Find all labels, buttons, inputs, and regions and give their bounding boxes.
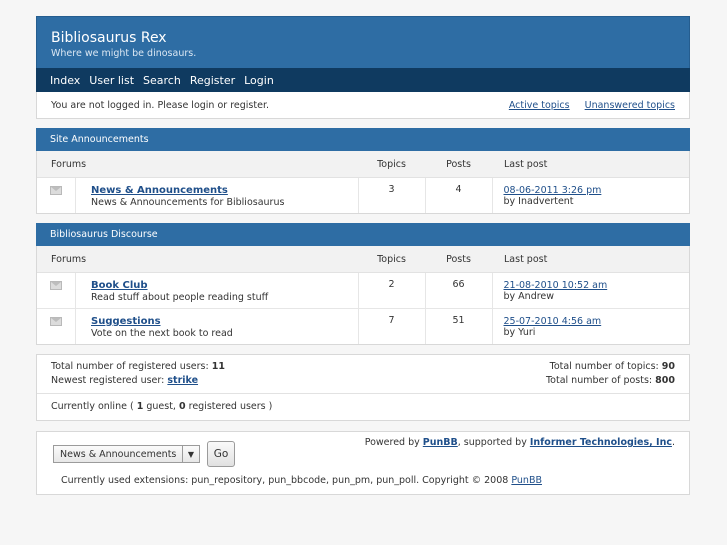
- posts-count: 4: [424, 177, 492, 213]
- last-post-author: by Yuri: [503, 327, 536, 338]
- envelope-icon: [50, 317, 62, 326]
- last-post-author: by Andrew: [503, 291, 555, 302]
- registered-online-label: registered users ): [188, 401, 273, 412]
- punbb-copyright-link[interactable]: PunBB: [511, 475, 542, 486]
- table-row: Book Club Read stuff about people readin…: [37, 272, 689, 309]
- registered-users-value: 11: [211, 361, 225, 372]
- total-topics-value: 90: [661, 361, 675, 372]
- page-wrapper: Bibliosaurus Rex Where we might be dinos…: [36, 16, 690, 495]
- footer: News & Announcements ▼ Go Powered by Pun…: [36, 431, 690, 495]
- posts-header: Posts: [425, 246, 492, 273]
- last-post-author: by Inadvertent: [503, 196, 574, 207]
- extensions-text: Currently used extensions: pun_repositor…: [61, 475, 509, 486]
- online-prefix: Currently online (: [51, 401, 134, 412]
- last-post-link[interactable]: 21-08-2010 10:52 am: [504, 280, 608, 291]
- posts-header: Posts: [425, 151, 492, 178]
- guest-count: 1: [136, 401, 144, 412]
- nav-user-list[interactable]: User list: [89, 74, 134, 87]
- total-posts-label: Total number of posts:: [545, 375, 653, 386]
- total-posts-value: 800: [655, 375, 675, 386]
- online-status: Currently online ( 1 guest, 0 registered…: [37, 393, 689, 420]
- last-post-link[interactable]: 25-07-2010 4:56 am: [504, 316, 602, 327]
- nav-register[interactable]: Register: [190, 74, 235, 87]
- topics-header: Topics: [358, 151, 425, 178]
- table-row: Suggestions Vote on the next book to rea…: [37, 308, 689, 344]
- forum-table: Forums Topics Posts Last post Book Club …: [37, 246, 689, 344]
- topics-count: 3: [357, 177, 425, 213]
- category-bibliosaurus-discourse: Bibliosaurus Discourse Forums Topics Pos…: [36, 223, 690, 345]
- extensions-info: Currently used extensions: pun_repositor…: [61, 475, 542, 486]
- period: .: [671, 437, 675, 448]
- last-post-header: Last post: [492, 246, 689, 273]
- forum-table: Forums Topics Posts Last post News & Ann…: [37, 151, 689, 213]
- site-title: Bibliosaurus Rex: [51, 30, 167, 46]
- posts-count: 51: [424, 308, 492, 344]
- total-topics-label: Total number of topics:: [549, 361, 659, 372]
- table-header-row: Forums Topics Posts Last post: [37, 246, 689, 273]
- last-post-link[interactable]: 08-06-2011 3:26 pm: [504, 185, 602, 196]
- forum-link[interactable]: Book Club: [91, 280, 148, 291]
- site-description: Where we might be dinosaurs.: [51, 48, 197, 59]
- envelope-icon: [50, 186, 62, 195]
- forum-jump: News & Announcements ▼ Go: [53, 441, 235, 467]
- forum-description: News & Announcements for Bibliosaurus: [91, 197, 285, 208]
- registered-users-label: Total number of registered users:: [51, 361, 209, 372]
- main-navigation: Index User list Search Register Login: [36, 68, 690, 92]
- board-stats: Total number of registered users: 11 New…: [36, 354, 690, 421]
- table-row: News & Announcements News & Announcement…: [37, 177, 689, 213]
- topics-count: 7: [357, 308, 425, 344]
- forum-link[interactable]: Suggestions: [91, 316, 161, 327]
- table-header-row: Forums Topics Posts Last post: [37, 151, 689, 178]
- punbb-link[interactable]: PunBB: [423, 437, 458, 448]
- forum-link[interactable]: News & Announcements: [91, 185, 228, 196]
- envelope-icon: [50, 281, 62, 290]
- last-post-header: Last post: [492, 151, 689, 178]
- forum-jump-select[interactable]: News & Announcements ▼: [53, 445, 200, 463]
- newest-user-label: Newest registered user:: [51, 375, 165, 386]
- forum-description: Read stuff about people reading stuff: [91, 292, 269, 303]
- topics-header: Topics: [358, 246, 425, 273]
- active-topics-link[interactable]: Active topics: [509, 100, 570, 111]
- unanswered-topics-link[interactable]: Unanswered topics: [585, 100, 675, 111]
- nav-login[interactable]: Login: [244, 74, 274, 87]
- forums-header: Forums: [37, 246, 358, 273]
- category-title: Bibliosaurus Discourse: [36, 223, 690, 246]
- nav-index[interactable]: Index: [50, 74, 80, 87]
- nav-search[interactable]: Search: [143, 74, 181, 87]
- chevron-down-icon[interactable]: ▼: [182, 446, 199, 462]
- login-status: You are not logged in. Please login or r…: [51, 99, 269, 111]
- registered-online-count: 0: [178, 401, 186, 412]
- powered-prefix: Powered by: [364, 437, 420, 448]
- powered-by: Powered by PunBB, supported by Informer …: [365, 437, 675, 448]
- forum-jump-value: News & Announcements: [60, 448, 177, 460]
- category-site-announcements: Site Announcements Forums Topics Posts L…: [36, 128, 690, 214]
- forums-header: Forums: [37, 151, 358, 178]
- status-bar: You are not logged in. Please login or r…: [36, 92, 690, 119]
- newest-user-link[interactable]: strike: [167, 375, 198, 386]
- informer-link[interactable]: Informer Technologies, Inc: [530, 437, 672, 448]
- go-button[interactable]: Go: [207, 441, 235, 467]
- guest-label: guest,: [146, 401, 176, 412]
- category-title: Site Announcements: [36, 128, 690, 151]
- topics-count: 2: [357, 272, 425, 309]
- brand-header: Bibliosaurus Rex Where we might be dinos…: [36, 16, 690, 68]
- forum-description: Vote on the next book to read: [91, 328, 233, 339]
- posts-count: 66: [424, 272, 492, 309]
- supported-by: , supported by: [457, 437, 527, 448]
- status-links: Active topics Unanswered topics: [497, 100, 675, 111]
